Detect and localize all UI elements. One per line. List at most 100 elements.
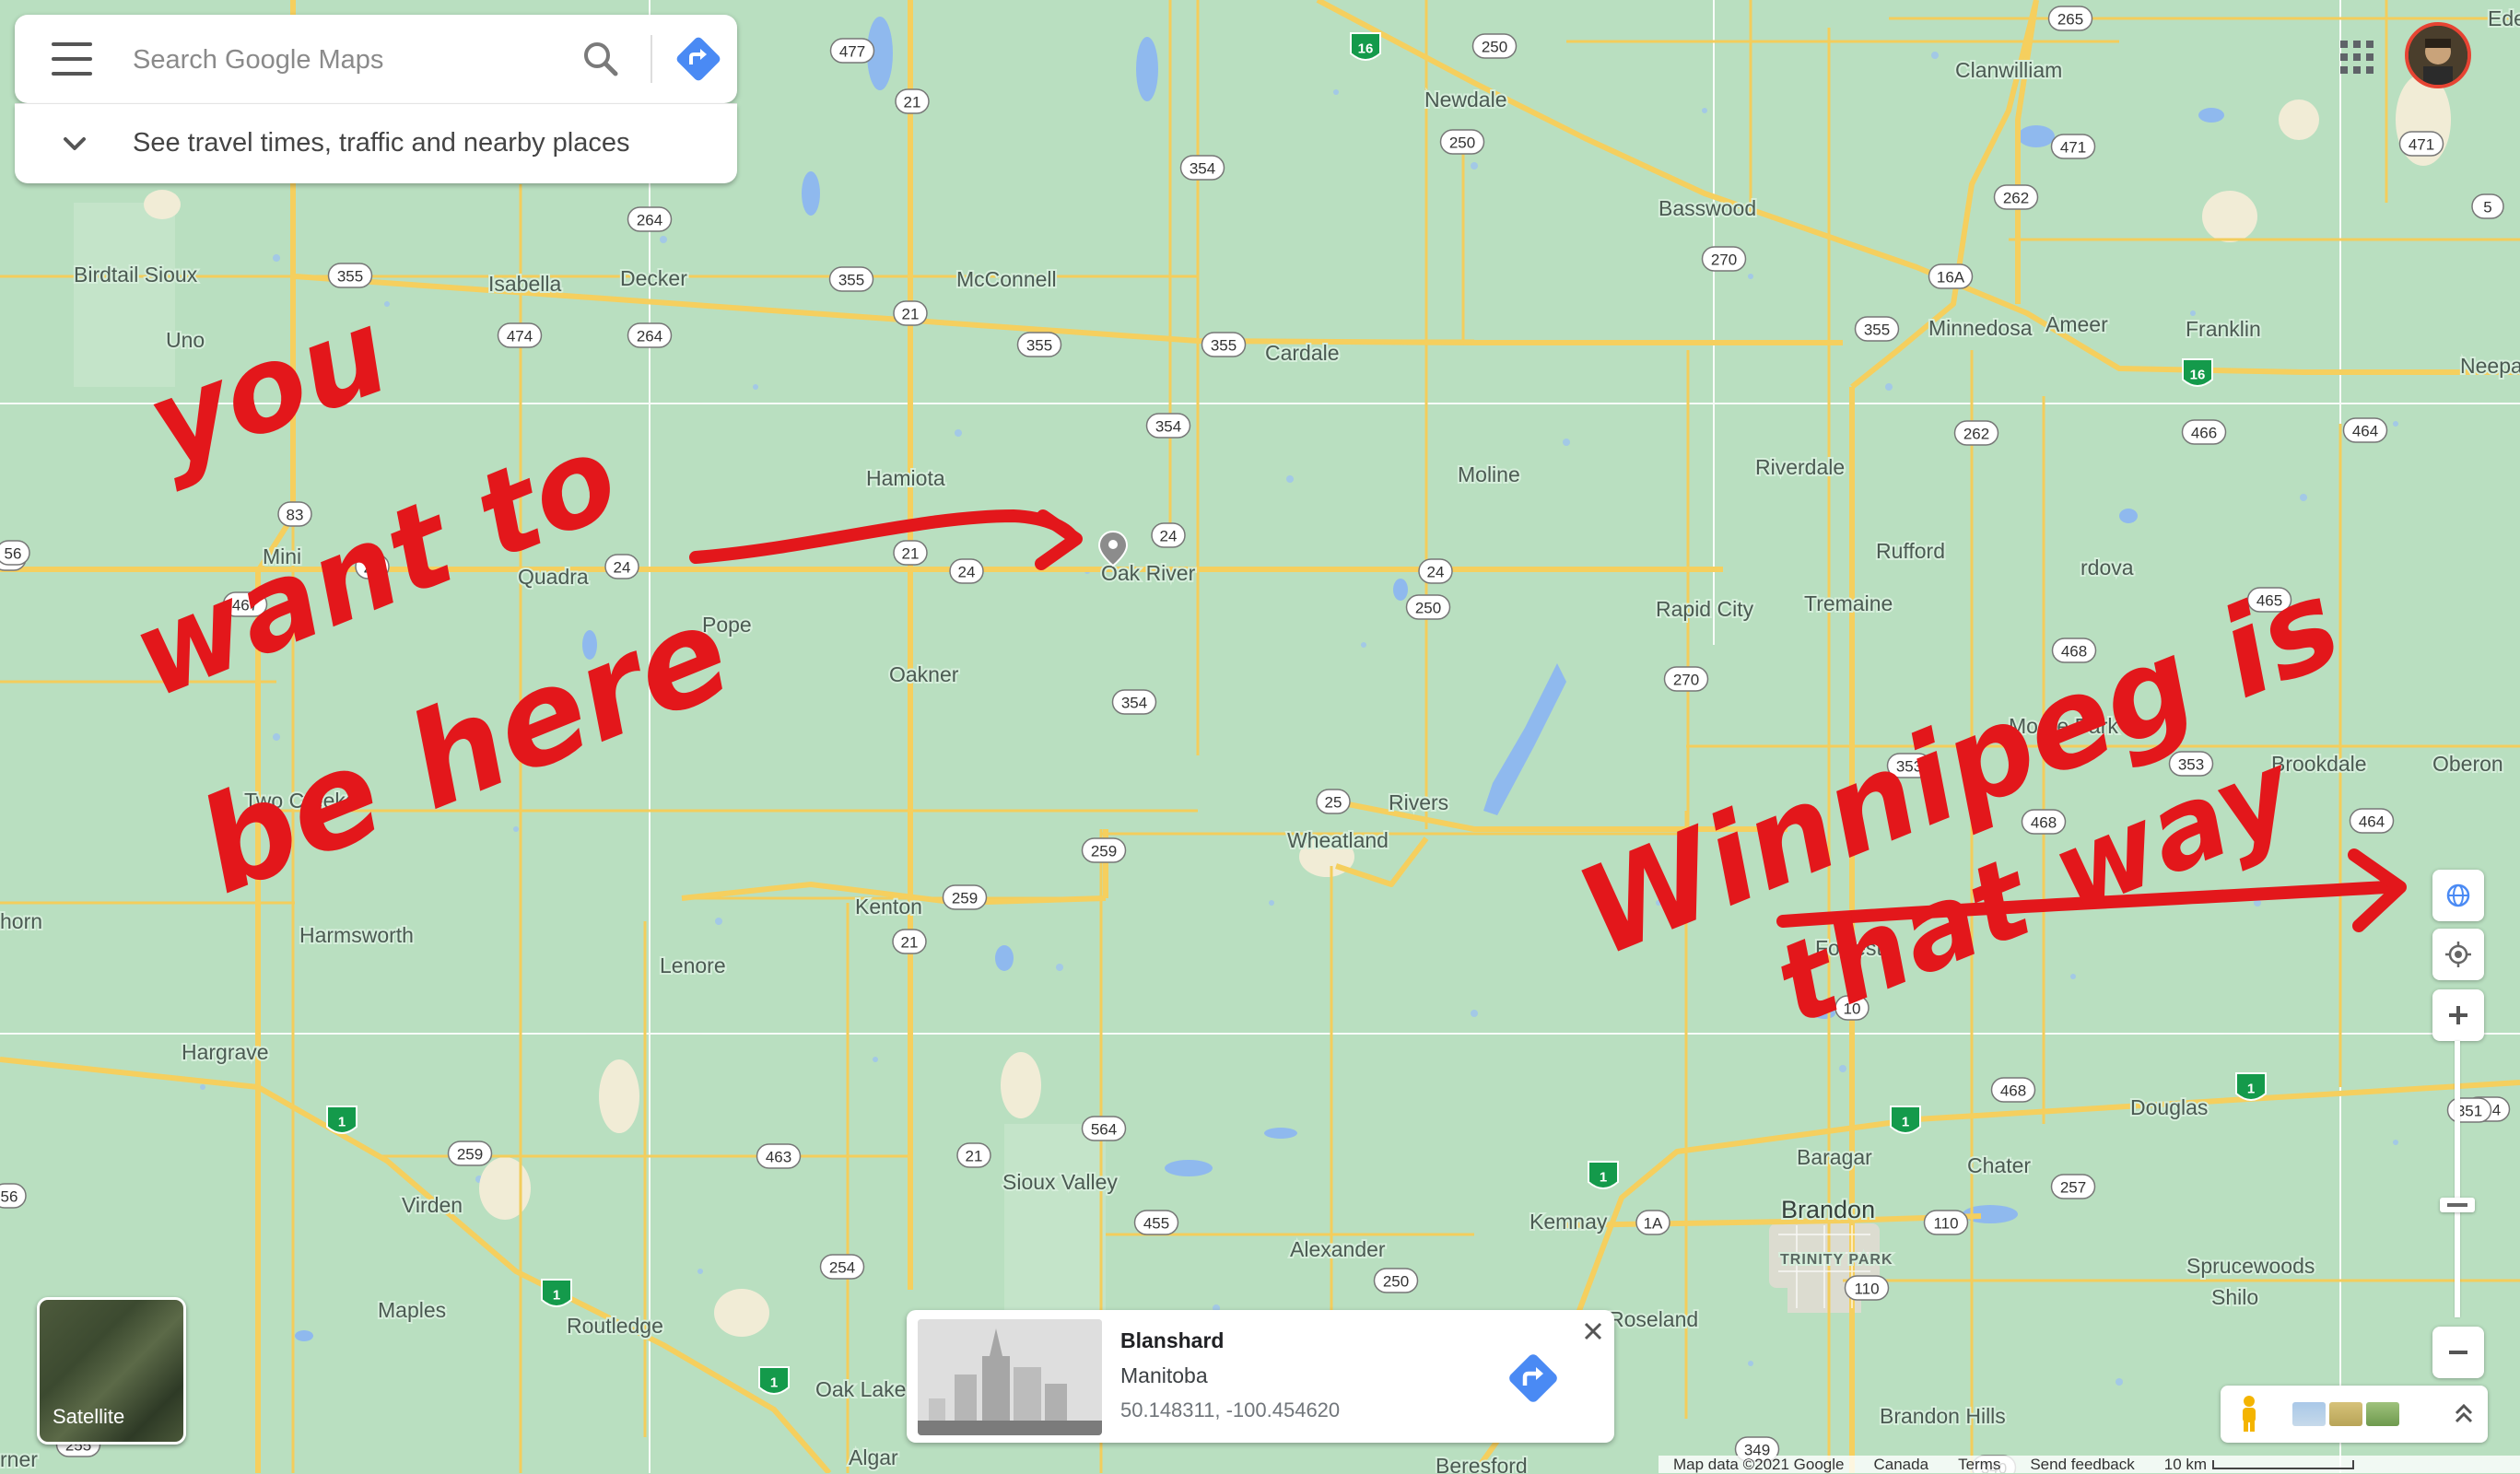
apps-grid-icon[interactable]: [2340, 41, 2373, 74]
town-label-oak-lake[interactable]: Oak Lake: [814, 1375, 908, 1403]
layer-thumb-1[interactable]: [2292, 1402, 2326, 1426]
town-label-rner[interactable]: rner: [0, 1445, 40, 1473]
highway-shield[interactable]: 254: [819, 1254, 865, 1280]
highway-shield[interactable]: 564: [1081, 1116, 1127, 1141]
highway-shield[interactable]: 250: [1373, 1268, 1419, 1293]
highway-shield[interactable]: 474: [497, 322, 543, 348]
zoom-slider-handle[interactable]: [2440, 1198, 2475, 1212]
close-icon[interactable]: [1581, 1319, 1605, 1343]
highway-shield[interactable]: 259: [1081, 837, 1127, 863]
highway-shield[interactable]: 355: [327, 263, 373, 288]
highway-shield[interactable]: 24: [604, 554, 639, 579]
town-label-hargrave[interactable]: Hargrave: [180, 1038, 271, 1066]
trans-canada-shield[interactable]: 1: [326, 1106, 357, 1134]
town-label-beresford[interactable]: Beresford: [1434, 1452, 1530, 1473]
highway-shield[interactable]: 265: [2047, 6, 2093, 31]
town-label-rapid-city[interactable]: Rapid City: [1654, 595, 1756, 623]
highway-shield[interactable]: 250: [1405, 594, 1451, 620]
scale-indicator[interactable]: 10 km: [2150, 1456, 2369, 1474]
town-label-kenton[interactable]: Kenton: [853, 893, 924, 920]
highway-shield[interactable]: 262: [1953, 420, 1999, 446]
highway-shield[interactable]: 110: [1923, 1210, 1969, 1235]
highway-shield[interactable]: 355: [1201, 332, 1247, 357]
town-label-alexander[interactable]: Alexander: [1288, 1235, 1388, 1263]
highway-shield[interactable]: 21: [893, 300, 928, 326]
highway-shield[interactable]: 466: [2181, 419, 2227, 445]
explore-bar[interactable]: See travel times, traffic and nearby pla…: [15, 103, 737, 183]
highway-shield[interactable]: 354: [1179, 155, 1225, 181]
highway-shield[interactable]: 270: [1663, 666, 1709, 692]
highway-shield[interactable]: 257: [2050, 1174, 2096, 1199]
town-label-rufford[interactable]: Rufford: [1874, 537, 1947, 565]
highway-shield[interactable]: 110: [1844, 1275, 1890, 1301]
town-label-ameer[interactable]: Ameer: [2044, 310, 2110, 338]
town-label-riverdale[interactable]: Riverdale: [1753, 453, 1846, 481]
town-label-harmsworth[interactable]: Harmsworth: [298, 921, 416, 949]
town-label-lenore[interactable]: Lenore: [658, 952, 728, 979]
town-label-elden[interactable]: Ede: [2486, 5, 2520, 32]
town-label-minnedosa[interactable]: Minnedosa: [1927, 314, 2034, 342]
trans-canada-shield[interactable]: 1: [1588, 1161, 1619, 1189]
menu-icon[interactable]: [52, 42, 92, 76]
town-label-brandon[interactable]: Brandon: [1779, 1194, 1877, 1225]
town-label-franklin[interactable]: Franklin: [2184, 315, 2263, 343]
highway-shield[interactable]: 25: [1316, 789, 1351, 814]
town-label-tremaine[interactable]: Tremaine: [1802, 590, 1894, 617]
highway-shield[interactable]: 21: [895, 88, 930, 114]
place-card[interactable]: Blanshard Manitoba 50.148311, -100.45462…: [907, 1310, 1614, 1443]
map-canvas[interactable]: 477 21 250 265 471 471 264 355 474 264 355 21 355 355…: [0, 0, 2520, 1473]
highway-shield[interactable]: 270: [1701, 246, 1747, 272]
chevron-down-icon[interactable]: [59, 128, 90, 159]
town-label-douglas[interactable]: Douglas: [2128, 1094, 2209, 1121]
highway-shield[interactable]: 455: [1133, 1210, 1179, 1235]
highway-shield[interactable]: 259: [447, 1141, 493, 1166]
trans-canada-shield[interactable]: 1: [2235, 1072, 2267, 1101]
place-thumbnail[interactable]: [918, 1319, 1102, 1435]
highway-shield[interactable]: 5: [2471, 193, 2504, 219]
highway-shield[interactable]: 24: [1151, 522, 1186, 548]
town-label-brandon-hills[interactable]: Brandon Hills: [1878, 1402, 2008, 1430]
globe-view-button[interactable]: [2432, 870, 2484, 921]
layer-thumb-3[interactable]: [2366, 1402, 2399, 1426]
highway-shield[interactable]: 354: [1111, 689, 1157, 715]
trans-canada-shield[interactable]: 1: [541, 1279, 572, 1307]
highway-shield[interactable]: 250: [1439, 129, 1485, 155]
town-label-isabella[interactable]: Isabella: [486, 270, 563, 298]
search-icon[interactable]: [577, 35, 625, 83]
pegman-icon[interactable]: [2235, 1395, 2263, 1433]
town-label-trinity-park[interactable]: TRINITY PARK: [1778, 1250, 1894, 1269]
highway-shield[interactable]: 471: [2050, 134, 2096, 159]
highway-shield[interactable]: 1A: [1635, 1210, 1670, 1235]
town-label-maples[interactable]: Maples: [376, 1296, 448, 1324]
town-label-moline[interactable]: Moline: [1456, 461, 1522, 488]
zoom-in-button[interactable]: [2432, 989, 2484, 1041]
highway-shield[interactable]: 21: [892, 929, 927, 954]
highway-shield[interactable]: 21: [893, 540, 928, 566]
highway-shield[interactable]: 463: [756, 1143, 802, 1169]
highway-shield[interactable]: 464: [2349, 808, 2395, 834]
town-label-hamiota[interactable]: Hamiota: [864, 464, 947, 492]
highway-shield[interactable]: 259: [942, 884, 988, 910]
highway-shield[interactable]: 355: [828, 266, 874, 292]
town-label-chater[interactable]: Chater: [1965, 1152, 2033, 1179]
town-label-basswood[interactable]: Basswood: [1657, 194, 1758, 222]
town-label-routledge[interactable]: Routledge: [565, 1312, 665, 1339]
zoom-out-button[interactable]: [2432, 1327, 2484, 1378]
highway-shield[interactable]: 250: [1471, 33, 1518, 59]
directions-icon[interactable]: [1504, 1349, 1563, 1408]
highway-shield[interactable]: 24: [1418, 558, 1453, 584]
town-label-oakner[interactable]: Oakner: [887, 661, 961, 688]
trans-canada-shield[interactable]: 16: [2182, 358, 2213, 387]
satellite-toggle[interactable]: Satellite: [37, 1297, 186, 1445]
town-label-roseland[interactable]: Roseland: [1607, 1305, 1700, 1333]
place-name[interactable]: Blanshard: [1120, 1328, 1224, 1353]
my-location-button[interactable]: [2432, 929, 2484, 980]
highway-shield[interactable]: 264: [627, 322, 673, 348]
town-label-oberon[interactable]: Oberon: [2431, 750, 2505, 778]
highway-shield[interactable]: 262: [1993, 184, 2039, 210]
highway-shield[interactable]: 471: [2398, 131, 2444, 157]
layer-thumb-2[interactable]: [2329, 1402, 2362, 1426]
avatar[interactable]: [2405, 22, 2471, 88]
highway-shield[interactable]: 355: [1854, 316, 1900, 342]
town-label-kemnay[interactable]: Kemnay: [1528, 1208, 1610, 1235]
